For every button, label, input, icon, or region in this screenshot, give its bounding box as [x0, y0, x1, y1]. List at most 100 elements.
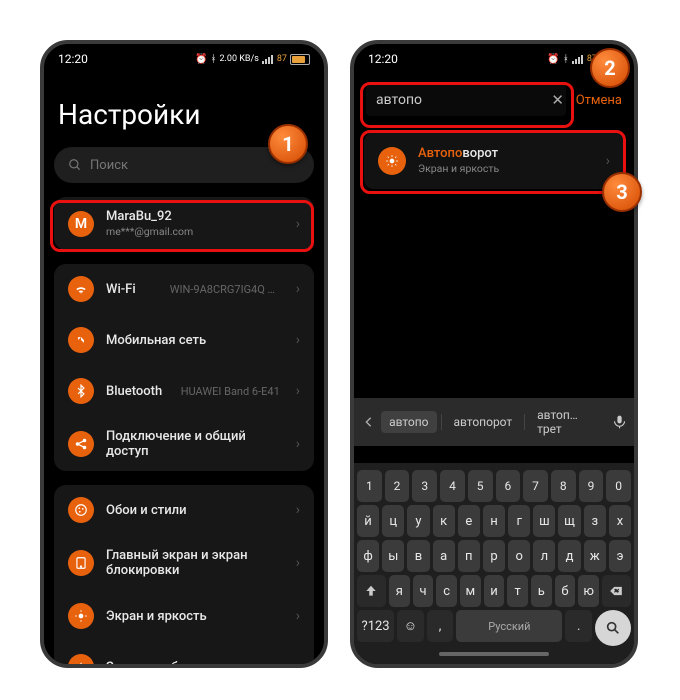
key-н[interactable]: н: [483, 505, 505, 537]
key-0[interactable]: 0: [606, 470, 631, 502]
status-bar: 12:20 ⏰ ᚼ 2.00 KB/s 87: [44, 44, 324, 74]
chevron-right-icon: ›: [606, 153, 610, 169]
chevron-right-icon: ›: [296, 555, 300, 571]
key-б[interactable]: б: [555, 575, 576, 607]
sound-icon: [68, 654, 94, 668]
row-label: Обои и стили: [106, 503, 284, 518]
settings-row-display[interactable]: Экран и яркость ›: [54, 590, 314, 641]
row-label: Главный экран и экран блокировки: [106, 548, 284, 578]
key-в[interactable]: в: [407, 540, 429, 572]
chevron-right-icon: ›: [296, 216, 300, 232]
mic-icon[interactable]: [611, 413, 628, 431]
settings-row-wall[interactable]: Обои и стили ›: [54, 485, 314, 535]
key-с[interactable]: с: [436, 575, 457, 607]
key-я[interactable]: я: [389, 575, 410, 607]
key-symbols[interactable]: ?123: [357, 610, 394, 642]
key-щ[interactable]: щ: [558, 505, 580, 537]
chevron-right-icon: ›: [296, 436, 300, 452]
key-7[interactable]: 7: [523, 470, 548, 502]
key-ы[interactable]: ы: [382, 540, 404, 572]
wall-icon: [68, 497, 94, 523]
account-email: me***@gmail.com: [106, 225, 284, 238]
settings-row-wifi[interactable]: Wi-Fi WIN-9A8CRG7IG4Q 3850 ›: [54, 264, 314, 314]
key-п[interactable]: п: [458, 540, 480, 572]
key-т[interactable]: т: [507, 575, 528, 607]
wifi-icon: [262, 55, 274, 64]
home-icon: [68, 550, 94, 576]
key-1[interactable]: 1: [357, 470, 382, 502]
key-search[interactable]: [595, 610, 631, 646]
settings-row-sound[interactable]: Звуки и вибрация›: [54, 641, 314, 668]
row-label: Wi-Fi: [106, 282, 158, 297]
clock: 12:20: [368, 52, 398, 66]
key-comma[interactable]: ,: [427, 610, 454, 642]
key-э[interactable]: э: [609, 540, 631, 572]
key-м[interactable]: м: [460, 575, 481, 607]
key-space[interactable]: Русский: [456, 610, 562, 642]
clear-icon[interactable]: ✕: [551, 91, 564, 109]
display-icon: [68, 603, 94, 629]
key-л[interactable]: л: [533, 540, 555, 572]
key-а[interactable]: а: [433, 540, 455, 572]
gesture-bar[interactable]: [439, 652, 549, 656]
suggestion-2[interactable]: автопорот: [445, 411, 520, 433]
alarm-icon: ⏰: [547, 54, 559, 65]
key-у[interactable]: у: [407, 505, 429, 537]
key-з[interactable]: з: [584, 505, 606, 537]
settings-row-share[interactable]: Подключение и общий доступ›: [54, 416, 314, 471]
key-ц[interactable]: ц: [382, 505, 404, 537]
wifi-icon: [68, 276, 94, 302]
battery-icon: [290, 54, 310, 65]
key-ж[interactable]: ж: [584, 540, 606, 572]
settings-row-home[interactable]: Главный экран и экран блокировки ›: [54, 535, 314, 590]
key-ч[interactable]: ч: [413, 575, 434, 607]
row-value: WIN-9A8CRG7IG4Q 3850: [170, 283, 280, 296]
phone-search: 12:20 ⏰ ᚼ 87 автопо ✕ Отмена Автоповорот…: [350, 40, 638, 668]
settings-row-bt[interactable]: BluetoothHUAWEI Band 6-E41›: [54, 365, 314, 416]
account-name: MaraBu_92: [106, 209, 284, 224]
key-о[interactable]: о: [508, 540, 530, 572]
suggestion-1[interactable]: автопо: [381, 411, 436, 433]
chevron-right-icon: ›: [296, 502, 300, 518]
search-icon: [68, 158, 82, 172]
key-backspace[interactable]: [602, 575, 631, 607]
clock: 12:20: [58, 52, 88, 66]
key-к[interactable]: к: [433, 505, 455, 537]
key-5[interactable]: 5: [468, 470, 493, 502]
suggestion-3[interactable]: автоп…трет: [529, 404, 607, 440]
search-field[interactable]: автопо: [366, 84, 566, 116]
key-emoji[interactable]: ☺: [397, 610, 424, 642]
chevron-right-icon: ›: [296, 659, 300, 668]
row-label: Мобильная сеть: [106, 333, 284, 348]
key-х[interactable]: х: [609, 505, 631, 537]
chevron-right-icon: ›: [296, 608, 300, 624]
cancel-button[interactable]: Отмена: [576, 93, 622, 108]
alarm-icon: ⏰: [195, 54, 207, 65]
bt-icon: [68, 378, 94, 404]
key-й[interactable]: й: [357, 505, 379, 537]
key-2[interactable]: 2: [385, 470, 410, 502]
key-д[interactable]: д: [558, 540, 580, 572]
key-4[interactable]: 4: [440, 470, 465, 502]
key-shift[interactable]: [357, 575, 386, 607]
settings-row-mobile[interactable]: Мобильная сеть›: [54, 314, 314, 365]
chevron-left-icon[interactable]: [360, 413, 377, 431]
key-8[interactable]: 8: [551, 470, 576, 502]
chevron-right-icon: ›: [296, 281, 300, 297]
key-ф[interactable]: ф: [357, 540, 379, 572]
key-9[interactable]: 9: [579, 470, 604, 502]
key-и[interactable]: и: [484, 575, 505, 607]
key-г[interactable]: г: [508, 505, 530, 537]
key-ю[interactable]: ю: [578, 575, 599, 607]
account-card[interactable]: M MaraBu_92 me***@gmail.com ›: [54, 197, 314, 250]
key-р[interactable]: р: [483, 540, 505, 572]
search-result-autorotation[interactable]: Автоповорот Экран и яркость ›: [364, 132, 624, 189]
key-е[interactable]: е: [458, 505, 480, 537]
row-label: Экран и яркость: [106, 609, 284, 624]
key-3[interactable]: 3: [412, 470, 437, 502]
key-period[interactable]: .: [565, 610, 592, 642]
key-ш[interactable]: ш: [533, 505, 555, 537]
key-6[interactable]: 6: [496, 470, 521, 502]
key-ь[interactable]: ь: [531, 575, 552, 607]
share-icon: [68, 431, 94, 457]
